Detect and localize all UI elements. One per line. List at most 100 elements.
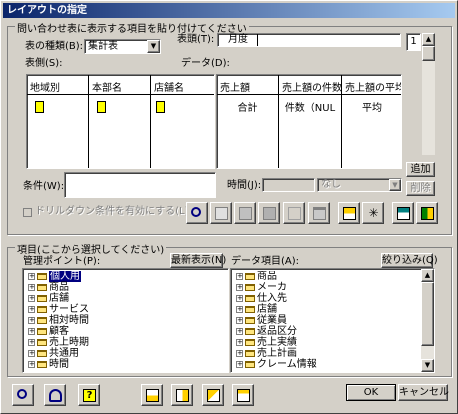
data-column-2-header: 売上額の件数	[279, 75, 341, 95]
tree-item[interactable]: + 仕入先	[233, 293, 420, 304]
sheet-column-1[interactable]: 地域別	[27, 75, 89, 168]
data-items-list: + 商品 + メーカ + 仕入先 + 店舗 + 従業員 + 返品区分 + 売上実績 + 売上計画…	[233, 271, 420, 370]
table-type-dropdown-button[interactable]: ▼	[147, 40, 160, 53]
zoom-view-button[interactable]	[186, 202, 208, 224]
expand-icon: +	[236, 294, 243, 302]
data-column-1-value: 合計	[237, 103, 258, 114]
folder-icon	[37, 284, 47, 291]
arrow-down-icon: ▼	[424, 361, 431, 369]
copy-button[interactable]	[234, 202, 256, 224]
tree-item[interactable]: + サービス	[25, 304, 226, 315]
tree-item[interactable]: + 売上計画	[233, 348, 420, 359]
sheet-column-2[interactable]: 本部名	[89, 75, 151, 168]
data-column-3-header: 売上額の平均	[342, 75, 401, 95]
time-label: 時間(J):	[227, 180, 262, 191]
time-select[interactable]: なし ▼	[317, 178, 402, 192]
cancel-button[interactable]: キャンセル	[398, 384, 449, 401]
scroll-up-button[interactable]: ▲	[421, 269, 434, 282]
tree-item[interactable]: + 個人用	[25, 271, 226, 282]
folder-icon	[245, 361, 255, 368]
show-latest-button[interactable]: 最新表示(N)	[170, 253, 226, 268]
edit-button[interactable]	[210, 202, 232, 224]
scroll-down-button[interactable]: ▼	[421, 359, 434, 372]
add-button[interactable]: 追加	[406, 162, 435, 177]
sort-button[interactable]	[283, 202, 305, 224]
drilldown-checkbox[interactable]	[23, 208, 32, 217]
insert-data-icon	[237, 389, 250, 402]
delete-button[interactable]: 削除	[406, 181, 435, 196]
expand-button[interactable]: ✳	[362, 202, 384, 224]
tree-item[interactable]: + 商品	[25, 282, 226, 293]
folder-icon	[37, 317, 47, 324]
page-scrollbar[interactable]: ▲	[422, 33, 435, 155]
page-number: 1	[410, 36, 417, 47]
title-bar: レイアウトの指定	[3, 3, 455, 18]
tree-item[interactable]: + 売上時期	[25, 337, 226, 348]
mgmt-points-tree[interactable]: + 個人用 + 商品 + 店舗 + サービス + 相対時間 + 顧客 + 売上時期 + 共通用 …	[22, 268, 229, 373]
layout-button[interactable]	[338, 202, 360, 224]
calc-button[interactable]	[392, 202, 414, 224]
user-button[interactable]	[44, 384, 66, 406]
item-source-group-label: 項目(ここから選択してください)	[15, 241, 167, 256]
paste-items-group-label: 問い合わせ表に表示する項目を貼り付けてください	[15, 20, 249, 35]
time-select-value: なし	[321, 179, 341, 190]
expand-icon: +	[28, 294, 35, 302]
chart-icon	[421, 207, 434, 220]
data-column-2[interactable]: 売上額の件数 件数（NUL	[279, 75, 342, 168]
tree-item[interactable]: + 売上実績	[233, 337, 420, 348]
sheet-grid: 地域別 本部名 店舗名	[26, 74, 215, 169]
page-number-box: 1	[406, 33, 421, 51]
tree-item[interactable]: + 時間	[25, 359, 226, 370]
insert-row-button[interactable]	[141, 384, 163, 406]
data-items-tree[interactable]: + 商品 + メーカ + 仕入先 + 店舗 + 従業員 + 返品区分 + 売上実績 + 売上計画…	[230, 268, 435, 373]
insert-data-button[interactable]	[232, 384, 254, 406]
tree-item[interactable]: + 店舗	[233, 304, 420, 315]
time-input[interactable]	[262, 178, 315, 192]
condition-input[interactable]	[64, 172, 216, 198]
tree-item[interactable]: + メーカ	[233, 282, 420, 293]
folder-icon	[245, 328, 255, 335]
mgmt-points-label: 管理ポイント(P):	[23, 256, 101, 267]
calculator-icon	[397, 207, 410, 220]
data-column-3[interactable]: 売上額の平均 平均	[342, 75, 401, 168]
data-column-3-value: 平均	[362, 103, 382, 114]
tree-item[interactable]: + 従業員	[233, 315, 420, 326]
scroll-thumb[interactable]	[422, 46, 435, 61]
folder-icon	[37, 306, 47, 313]
tree-item[interactable]: + 顧客	[25, 326, 226, 337]
filter-button[interactable]: 絞り込み(Q)	[381, 253, 438, 268]
chart-button[interactable]	[416, 202, 438, 224]
move-button[interactable]	[258, 202, 280, 224]
data-items-scrollbar[interactable]: ▲ ▼	[421, 269, 434, 372]
insert-cell-button[interactable]	[202, 384, 224, 406]
insert-col-button[interactable]	[171, 384, 193, 406]
scroll-up-button[interactable]: ▲	[422, 33, 435, 46]
header-field[interactable]: 月度	[217, 33, 401, 47]
insert-row-icon	[146, 389, 159, 402]
tree-item[interactable]: + クレーム情報	[233, 359, 420, 370]
sheet-column-2-header: 本部名	[89, 75, 150, 95]
folder-icon	[37, 361, 47, 368]
scroll-thumb[interactable]	[421, 282, 434, 346]
tree-item[interactable]: + 商品	[233, 271, 420, 282]
time-dropdown-button[interactable]: ▼	[389, 179, 401, 191]
drilldown-checkbox-label: ドリルダウン条件を有効にする(L)	[35, 206, 189, 217]
table-type-select[interactable]: 集計表 ▼	[84, 39, 161, 54]
trash-button[interactable]	[308, 202, 330, 224]
help-button[interactable]: ?	[78, 384, 100, 406]
tree-item[interactable]: + 共通用	[25, 348, 226, 359]
search-button[interactable]	[12, 384, 34, 406]
folder-icon	[245, 350, 255, 357]
sheet-column-1-header: 地域別	[27, 75, 88, 95]
tree-item[interactable]: + 店舗	[25, 293, 226, 304]
arrow-up-icon: ▲	[425, 35, 432, 43]
ok-button[interactable]: OK	[346, 384, 396, 401]
expand-icon: +	[28, 272, 35, 280]
expand-icon: +	[28, 338, 35, 346]
sheet-column-3[interactable]: 店舗名	[151, 75, 214, 168]
sheet-column-3-header: 店舗名	[151, 75, 214, 95]
tree-item[interactable]: + 相対時間	[25, 315, 226, 326]
data-column-1[interactable]: 売上額 合計	[217, 75, 279, 168]
tree-item[interactable]: + 返品区分	[233, 326, 420, 337]
header-label: 表頭(T):	[177, 34, 215, 45]
